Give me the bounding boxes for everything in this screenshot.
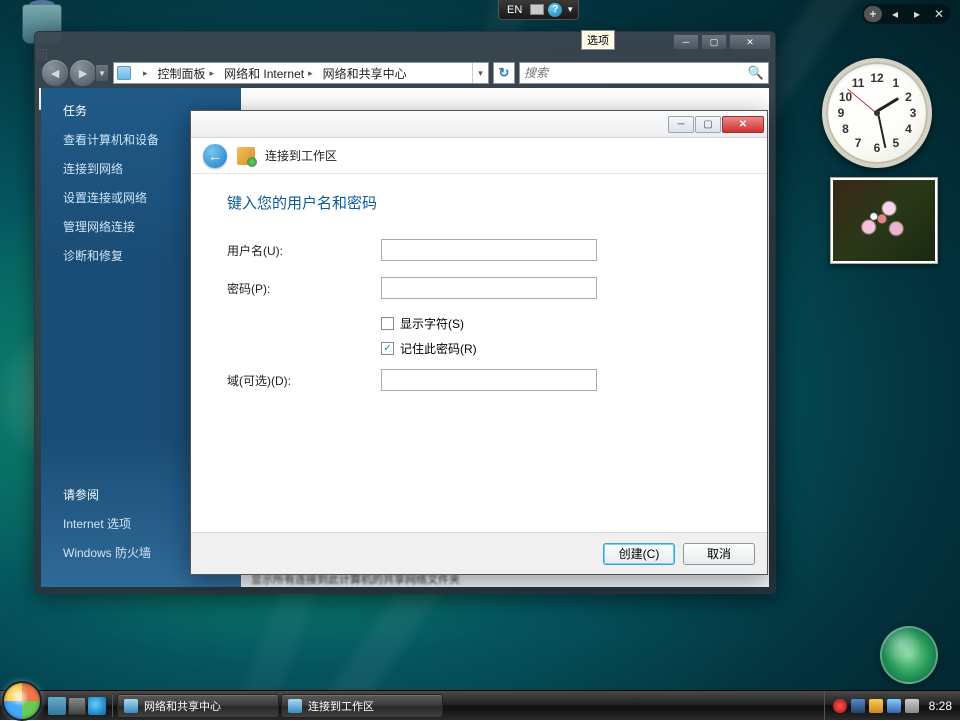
breadcrumb-segment[interactable]: ▸ (134, 63, 153, 83)
taskbar: 网络和共享中心 连接到工作区 8:28 (0, 690, 960, 720)
show-characters-label: 显示字符(S) (400, 315, 464, 332)
username-label: 用户名(U): (227, 242, 381, 259)
slideshow-image (833, 180, 935, 261)
add-gadget-button[interactable]: + (864, 6, 882, 22)
address-dropdown[interactable]: ▾ (472, 63, 488, 83)
dialog-body: 键入您的用户名和密码 用户名(U): 密码(P): 显示字符(S) ✓ 记住此密… (191, 174, 767, 532)
domain-label: 域(可选)(D): (227, 372, 381, 389)
network-icon[interactable] (851, 699, 865, 713)
language-bar[interactable]: EN ? ▼ (498, 0, 579, 20)
clock-pin (874, 110, 880, 116)
show-desktop-icon[interactable] (48, 697, 66, 715)
clock-num: 9 (838, 106, 845, 120)
cancel-button[interactable]: 取消 (683, 543, 755, 565)
minimize-button[interactable]: ─ (673, 34, 699, 50)
security-alert-icon[interactable] (833, 699, 847, 713)
address-bar[interactable]: ▸ 控制面板▸ 网络和 Internet▸ 网络和共享中心 ▾ (113, 62, 489, 84)
dialog-footer: 创建(C) 取消 (191, 532, 767, 574)
task-label: 连接到工作区 (308, 698, 374, 714)
dialog-close-button[interactable]: ✕ (722, 116, 764, 133)
remember-password-label: 记住此密码(R) (400, 340, 477, 357)
lang-dropdown-icon[interactable]: ▼ (566, 5, 574, 14)
breadcrumb-segment[interactable]: 网络和共享中心 (318, 63, 412, 83)
clock-num: 3 (910, 106, 917, 120)
keyboard-icon[interactable] (530, 4, 544, 15)
vista-orb-badge (880, 626, 938, 684)
slideshow-gadget[interactable] (830, 177, 938, 264)
password-input[interactable] (381, 277, 597, 299)
start-button[interactable] (2, 681, 42, 721)
password-label: 密码(P): (227, 280, 381, 297)
clock-num: 8 (842, 122, 849, 136)
volume-icon[interactable] (905, 699, 919, 713)
close-button[interactable]: ✕ (729, 34, 771, 50)
nav-buttons: ◄ ► ▼ (41, 59, 109, 87)
task-icon (288, 699, 302, 713)
help-icon[interactable]: ? (548, 3, 562, 17)
nav-history-dropdown[interactable]: ▼ (95, 64, 109, 82)
search-input[interactable] (524, 66, 748, 80)
clock-num: 11 (852, 76, 865, 90)
language-indicator[interactable]: EN (503, 3, 526, 17)
refresh-button[interactable]: ↻ (493, 62, 515, 84)
ie-icon[interactable] (88, 697, 106, 715)
breadcrumb-segment[interactable]: 网络和 Internet▸ (219, 63, 318, 83)
gadget-prev-button[interactable]: ◂ (886, 6, 904, 22)
task-label: 网络和共享中心 (144, 698, 221, 714)
dialog-titlebar[interactable]: ─ ▢ ✕ (191, 111, 767, 138)
wizard-back-button[interactable]: ← (203, 144, 227, 168)
explorer-titlebar[interactable]: ─ ▢ ✕ (35, 32, 775, 58)
search-box[interactable]: 🔍 (519, 62, 769, 84)
clock-num: 7 (855, 136, 862, 150)
dialog-maximize-button[interactable]: ▢ (695, 116, 721, 133)
taskbar-tasks: 网络和共享中心 连接到工作区 (117, 694, 443, 718)
switch-windows-icon[interactable] (68, 697, 86, 715)
clock-num: 2 (905, 90, 912, 104)
maximize-button[interactable]: ▢ (701, 34, 727, 50)
create-button[interactable]: 创建(C) (603, 543, 675, 565)
dialog-header: ← 连接到工作区 (191, 138, 767, 174)
clock-gadget[interactable]: 12 1 2 3 4 5 6 7 8 9 10 11 (822, 58, 932, 168)
show-characters-checkbox[interactable] (381, 317, 394, 330)
location-icon (117, 66, 131, 80)
security-icon[interactable] (887, 699, 901, 713)
remember-password-checkbox[interactable]: ✓ (381, 342, 394, 355)
quick-launch (48, 695, 113, 717)
options-tooltip: 选项 (581, 30, 615, 50)
gadget-next-button[interactable]: ▸ (908, 6, 926, 22)
dialog-prompt: 键入您的用户名和密码 (227, 192, 731, 213)
dialog-minimize-button[interactable]: ─ (668, 116, 694, 133)
search-icon[interactable]: 🔍 (748, 65, 764, 81)
clock-num: 12 (870, 71, 883, 85)
task-icon (124, 699, 138, 713)
sidebar-gadget-controls: + ◂ ▸ ✕ (862, 4, 950, 24)
breadcrumb-segment[interactable]: 控制面板▸ (153, 63, 220, 83)
clock-num: 5 (893, 136, 900, 150)
domain-input[interactable] (381, 369, 597, 391)
clock-num: 1 (893, 76, 900, 90)
tray-clock[interactable]: 8:28 (929, 699, 952, 713)
gadget-close-button[interactable]: ✕ (930, 6, 948, 22)
connect-workplace-dialog: ─ ▢ ✕ ← 连接到工作区 键入您的用户名和密码 用户名(U): 密码(P):… (190, 110, 768, 575)
address-bar-row: ◄ ► ▼ ▸ 控制面板▸ 网络和 Internet▸ 网络和共享中心 ▾ ↻ … (41, 58, 769, 88)
system-tray: 8:28 (824, 691, 960, 720)
back-button[interactable]: ◄ (41, 59, 69, 87)
dialog-title: 连接到工作区 (265, 147, 337, 164)
taskbar-item-network-center[interactable]: 网络和共享中心 (117, 694, 279, 718)
forward-button[interactable]: ► (69, 59, 97, 87)
username-input[interactable] (381, 239, 597, 261)
update-icon[interactable] (869, 699, 883, 713)
clock-num: 4 (905, 122, 912, 136)
taskbar-item-connect-workplace[interactable]: 连接到工作区 (281, 694, 443, 718)
wizard-icon (237, 147, 255, 165)
clock-num: 6 (874, 141, 881, 155)
